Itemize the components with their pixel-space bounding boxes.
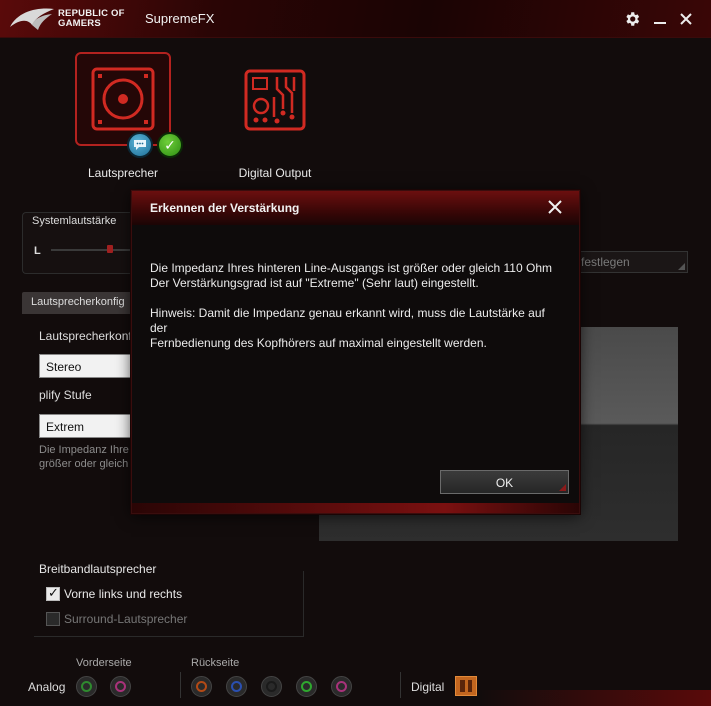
front-left-right-label: Vorne links und rechts bbox=[64, 587, 183, 601]
circuit-board-icon bbox=[244, 69, 306, 131]
rear-jack-pink[interactable] bbox=[331, 676, 352, 697]
app-title: SupremeFX bbox=[145, 11, 215, 26]
impedance-hint: Die Impedanz Ihre größer oder gleich bbox=[39, 443, 134, 471]
device-digital-output-label: Digital Output bbox=[238, 166, 312, 180]
tab-speaker-config[interactable]: Lautsprecherkonfig bbox=[22, 292, 137, 314]
chat-bubble-icon bbox=[127, 132, 153, 158]
dialog-hint-line1: Hinweis: Damit die Impedanz genau erkann… bbox=[150, 306, 545, 335]
brand-line2: GAMERS bbox=[58, 18, 101, 29]
rear-jack-green[interactable] bbox=[296, 676, 317, 697]
digital-output-port-icon[interactable] bbox=[455, 676, 477, 696]
surround-speaker-option[interactable]: Surround-Lautsprecher bbox=[46, 612, 187, 626]
speaker-tile[interactable]: ✓ bbox=[75, 52, 183, 158]
surround-speaker-label: Surround-Lautsprecher bbox=[64, 612, 188, 626]
ok-button[interactable]: OK bbox=[440, 470, 569, 494]
dialog-message-line1: Die Impedanz Ihres hinteren Line-Ausgang… bbox=[150, 261, 552, 275]
speaker-config-label: Lautsprecherkonf bbox=[39, 329, 132, 343]
digital-label: Digital bbox=[411, 680, 445, 694]
digital-output-tile[interactable] bbox=[227, 52, 323, 146]
title-bar: REPUBLIC OF GAMERS SupremeFX bbox=[0, 0, 711, 38]
gear-icon[interactable] bbox=[622, 9, 642, 29]
rear-jack-black[interactable] bbox=[261, 676, 282, 697]
dialog-close-icon[interactable] bbox=[548, 200, 562, 217]
impedance-hint-line2: größer oder gleich bbox=[39, 458, 129, 470]
amplify-level-label: plify Stufe bbox=[39, 388, 92, 402]
rog-logo-icon bbox=[10, 8, 54, 30]
system-volume-label: Systemlautstärke bbox=[32, 215, 117, 227]
front-left-right-option[interactable]: Vorne links und rechts bbox=[46, 585, 183, 601]
brand-name: REPUBLIC OF GAMERS bbox=[58, 9, 125, 29]
dialog-message: Die Impedanz Ihres hinteren Line-Ausgang… bbox=[150, 261, 565, 366]
impedance-hint-line1: Die Impedanz Ihre bbox=[39, 444, 129, 456]
volume-slider-knob[interactable] bbox=[107, 245, 113, 253]
speaker-config-select[interactable]: Stereo bbox=[39, 354, 134, 378]
fullrange-speaker-group bbox=[34, 571, 304, 637]
jack-divider bbox=[180, 672, 181, 698]
front-jack-pink[interactable] bbox=[110, 676, 131, 697]
amplify-level-select[interactable]: Extrem bbox=[39, 414, 134, 438]
footer-accent bbox=[480, 690, 711, 706]
rear-jack-blue[interactable] bbox=[226, 676, 247, 697]
set-default-button[interactable]: festlegen bbox=[578, 251, 688, 273]
rear-panel-heading: Rückseite bbox=[191, 657, 240, 669]
dialog-hint-line2: Fernbedienung des Kopfhörers auf maximal… bbox=[150, 336, 487, 350]
volume-slider-track[interactable] bbox=[51, 249, 141, 251]
dialog-footer-accent bbox=[132, 503, 579, 513]
close-icon[interactable] bbox=[676, 9, 696, 29]
checkmark-icon: ✓ bbox=[157, 132, 183, 158]
dialog-message-line2: Der Verstärkungsgrad ist auf "Extreme" (… bbox=[150, 276, 479, 290]
front-left-right-checkbox[interactable] bbox=[46, 585, 60, 601]
device-speaker-label: Lautsprecher bbox=[87, 166, 159, 180]
speaker-icon bbox=[91, 67, 155, 131]
left-channel-label: L bbox=[34, 245, 41, 257]
device-digital-output[interactable]: Digital Output bbox=[227, 52, 323, 180]
rear-jack-orange[interactable] bbox=[191, 676, 212, 697]
minimize-icon[interactable] bbox=[650, 9, 670, 29]
jack-divider-digital bbox=[400, 672, 401, 698]
analog-label: Analog bbox=[28, 680, 66, 694]
surround-speaker-checkbox[interactable] bbox=[46, 612, 60, 626]
front-panel-heading: Vorderseite bbox=[76, 657, 132, 669]
device-speaker[interactable]: ✓ Lautsprecher bbox=[75, 52, 183, 180]
gain-detection-dialog: Erkennen der Verstärkung Die Impedanz Ih… bbox=[131, 190, 580, 514]
dialog-header: Erkennen der Verstärkung bbox=[132, 191, 579, 225]
front-jack-green[interactable] bbox=[76, 676, 97, 697]
system-volume-panel: Systemlautstärke L bbox=[22, 212, 141, 274]
dialog-title: Erkennen der Verstärkung bbox=[150, 201, 300, 215]
